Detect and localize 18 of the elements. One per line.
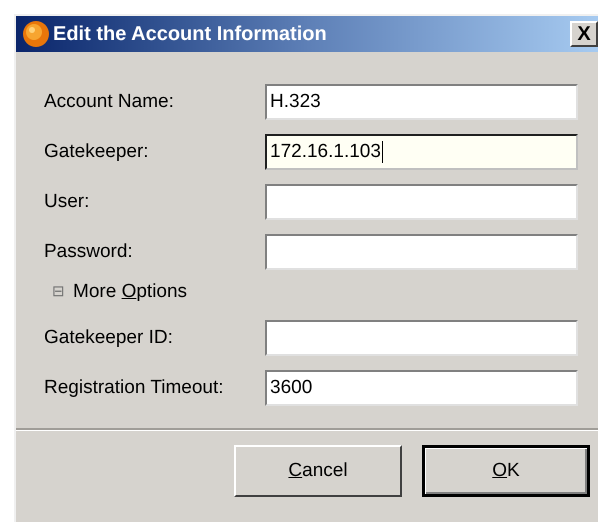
input-field[interactable]: H.323 (265, 84, 578, 120)
ok-button[interactable]: OK (422, 445, 590, 497)
field-label: Gatekeeper: (44, 140, 150, 164)
field-label: User: (44, 190, 90, 214)
app-icon (22, 20, 50, 48)
field-label: Account Name: (44, 90, 175, 114)
input-field[interactable]: 172.16.1.103 (265, 134, 578, 170)
input-field[interactable] (265, 184, 578, 220)
window-title: Edit the Account Information (53, 22, 327, 47)
close-button[interactable]: X (570, 21, 598, 47)
field-label: Password: (44, 240, 134, 264)
input-field[interactable]: 3600 (265, 370, 578, 406)
field-label: Gatekeeper ID: (44, 326, 174, 350)
cancel-button[interactable]: Cancel (234, 445, 402, 497)
input-field[interactable] (265, 320, 578, 356)
more-options-toggle[interactable]: More Options (73, 278, 188, 306)
field-label: Registration Timeout: (44, 376, 225, 400)
input-field[interactable] (265, 234, 578, 270)
